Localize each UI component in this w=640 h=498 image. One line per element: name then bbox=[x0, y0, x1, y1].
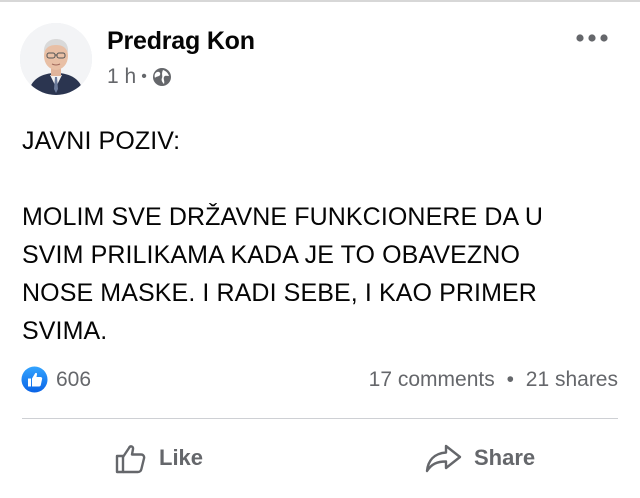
post-text-title: JAVNI POZIV: bbox=[22, 127, 181, 155]
avatar[interactable] bbox=[20, 23, 92, 95]
post-actions: Like Share bbox=[0, 420, 640, 498]
like-button[interactable]: Like bbox=[113, 438, 203, 478]
post-meta: 1 h • bbox=[107, 64, 172, 90]
like-reaction-icon[interactable] bbox=[21, 366, 48, 393]
share-button-label: Share bbox=[474, 445, 536, 470]
more-options-icon[interactable] bbox=[574, 30, 610, 46]
avatar-image bbox=[20, 23, 92, 95]
thumbs-up-icon bbox=[115, 445, 146, 474]
share-arrow-icon bbox=[425, 444, 462, 473]
shares-count[interactable]: 21 shares bbox=[526, 368, 618, 391]
post-header: Predrag Kon 1 h • bbox=[0, 0, 640, 110]
post-stats: 606 17 comments • 21 shares bbox=[0, 362, 640, 398]
author-name[interactable]: Predrag Kon bbox=[107, 27, 255, 56]
post-text: JAVNI POZIV: MOLIM SVE DRŽAVNE FUNKCIONE… bbox=[22, 122, 622, 350]
actions-divider bbox=[22, 418, 618, 419]
comments-count[interactable]: 17 comments bbox=[369, 368, 495, 391]
post-text-body: MOLIM SVE DRŽAVNE FUNKCIONERE DA U SVIM … bbox=[22, 203, 544, 345]
reaction-count[interactable]: 606 bbox=[56, 368, 91, 392]
meta-separator: • bbox=[141, 68, 147, 85]
stats-separator: • bbox=[506, 368, 514, 391]
share-button[interactable]: Share bbox=[424, 438, 535, 478]
globe-icon bbox=[152, 68, 171, 86]
engagement-counts: 17 comments • 21 shares bbox=[369, 368, 618, 392]
like-button-label: Like bbox=[159, 445, 204, 470]
post-timestamp[interactable]: 1 h bbox=[107, 65, 136, 89]
